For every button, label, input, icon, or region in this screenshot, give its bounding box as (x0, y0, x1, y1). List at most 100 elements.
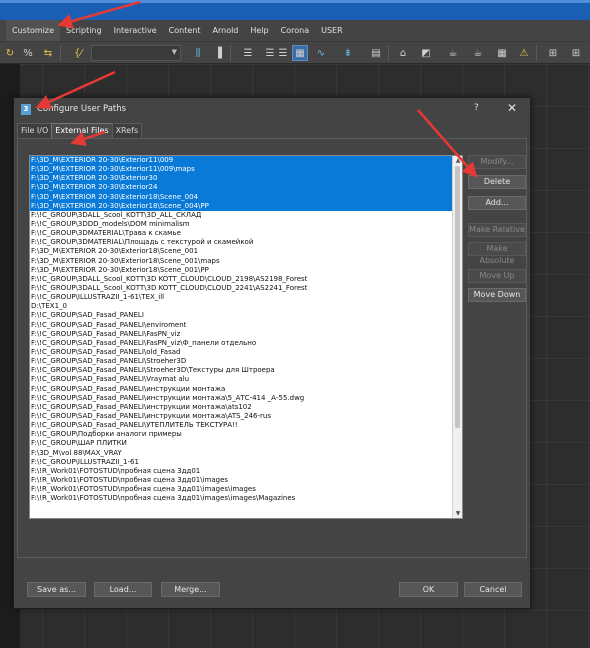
corona-vfb-icon[interactable]: ▦ (494, 45, 510, 61)
chevron-down-icon: ▼ (171, 48, 177, 56)
merge-button[interactable]: Merge... (161, 582, 220, 597)
material-editor-icon[interactable]: ⌂ (395, 45, 411, 61)
path-list-item[interactable]: F:\3D_M\EXTERIOR 20-30\Exterior18\Scene_… (30, 192, 462, 202)
path-list-item[interactable]: F:\!C_GROUP\SAD_Fasad_PANELI (30, 311, 462, 320)
toolbar-separator (388, 45, 389, 61)
move-up-button[interactable]: Move Up (468, 269, 526, 283)
path-list-item[interactable]: F:\!C_GROUP\SAD_Fasad_PANELI\инструкции … (30, 412, 462, 421)
path-list-item[interactable]: F:\!C_GROUP\3DALL_Scool_KOTT\3D KOTT_CLO… (30, 275, 462, 284)
grid-icon[interactable]: ⊞ (545, 45, 561, 61)
scrollbar-thumb[interactable] (455, 166, 460, 428)
path-list-item[interactable]: F:\!C_GROUP\SAD_Fasad_PANELI\old_Fasad (30, 348, 462, 357)
path-list-item[interactable]: F:\!C_GROUP\SAD_Fasad_PANELI\инструкции … (30, 394, 462, 403)
path-list-item[interactable]: F:\!C_GROUP\SAD_Fasad_PANELI\enviroment (30, 321, 462, 330)
menu-bar: Customize Scripting Interactive Content Arno… (0, 20, 590, 41)
path-list-item[interactable]: F:\!C_GROUP\SAD_Fasad_PANELI\УТЕПЛИТЕЛЬ … (30, 421, 462, 430)
move-icon[interactable]: ☰ (275, 45, 291, 61)
link-icon[interactable]: ↻ (2, 45, 18, 61)
path-list-item[interactable]: F:\!C_GROUP\3DMATERIAL\Трава к скамье (30, 229, 462, 238)
path-list-item[interactable]: F:\!C_GROUP\3DALL_Scool_KOTT\3D KOTT_CLO… (30, 284, 462, 293)
layer-explorer-icon[interactable]: ▤ (368, 45, 384, 61)
selection-filter-dropdown[interactable]: ▼ (91, 45, 181, 61)
ok-button[interactable]: OK (399, 582, 458, 597)
menu-item-corona[interactable]: Corona (275, 20, 315, 41)
help-button[interactable]: ? (474, 103, 479, 113)
path-list-item[interactable]: F:\!C_GROUP\SAD_Fasad_PANELI\инструкции … (30, 385, 462, 394)
path-list-item[interactable]: F:\!R_Work01\FOTOSTUD\пробная сцена 3дд0… (30, 476, 462, 485)
render-iterative-icon[interactable]: ☕ (470, 45, 486, 61)
path-list-item[interactable]: F:\!R_Work01\FOTOSTUD\пробная сцена 3дд0… (30, 494, 462, 503)
path-list-item[interactable]: F:\!C_GROUP\Подборки аналоги примеры (30, 430, 462, 439)
bind-icon[interactable]: ⇆ (40, 45, 56, 61)
make-absolute-button[interactable]: Make Absolute (468, 242, 526, 265)
title-strip (0, 0, 590, 20)
modify-button[interactable]: Modify... (468, 155, 526, 169)
path-list-item[interactable]: F:\!C_GROUP\3DALL_Scool_KOTT\3D_ALL_СКЛА… (30, 211, 462, 220)
menu-item-customize[interactable]: Customize (6, 20, 60, 41)
toolbar-separator (536, 45, 537, 61)
cancel-button[interactable]: Cancel (464, 582, 522, 597)
path-list-item[interactable]: F:\!C_GROUP\3DMATERIAL\Площадь с текстур… (30, 238, 462, 247)
save-as-button[interactable]: Save as... (27, 582, 86, 597)
path-list-item[interactable]: F:\3D_M\EXTERIOR 20-30\Exterior30 (30, 174, 462, 184)
path-list-item[interactable]: F:\!C_GROUP\SAD_Fasad_PANELI\FasPN_viz\Ф… (30, 339, 462, 348)
path-list-item[interactable]: F:\3D_M\EXTERIOR 20-30\Exterior11\009 (30, 156, 462, 166)
dialog-title: Configure User Paths (37, 104, 127, 114)
toolbar-separator (230, 45, 231, 61)
selection-filter-icon[interactable]: {⁄ (70, 45, 86, 61)
path-list-item[interactable]: F:\3D_M\EXTERIOR 20-30\Exterior11\009\ma… (30, 165, 462, 175)
path-list-item[interactable]: F:\!R_Work01\FOTOSTUD\пробная сцена 3дд0… (30, 485, 462, 494)
menu-item-interactive[interactable]: Interactive (108, 20, 163, 41)
toolbar-separator (60, 45, 61, 61)
chevron-up-icon[interactable]: ▲ (454, 156, 462, 165)
dialog-titlebar[interactable]: 3 Configure User Paths ? ✕ (14, 98, 530, 121)
path-list-item[interactable]: F:\!C_GROUP\SAD_Fasad_PANELI\инструкции … (30, 403, 462, 412)
path-list-item[interactable]: F:\!C_GROUP\ILLUSTRAZII_1-61\TEX_ill (30, 293, 462, 302)
path-list-item[interactable]: F:\!C_GROUP\SAD_Fasad_PANELI\FasPN_viz (30, 330, 462, 339)
menu-item-content[interactable]: Content (163, 20, 207, 41)
select-object-icon[interactable]: ⫼ (190, 45, 206, 61)
path-list-item[interactable]: F:\3D_M\vol 88\MAX_VRAY (30, 449, 462, 458)
curve-editor-icon[interactable]: ∿ (313, 45, 329, 61)
menu-item-scripting[interactable]: Scripting (60, 20, 108, 41)
path-list-item[interactable]: F:\!C_GROUP\3DDD_models\DOM minimalism (30, 220, 462, 229)
add-button[interactable]: Add... (468, 196, 526, 210)
title-strip-highlight (0, 0, 590, 3)
tab-file-io[interactable]: File I/O (17, 123, 53, 138)
path-list-item[interactable]: F:\3D_M\EXTERIOR 20-30\Exterior18\Scene_… (30, 247, 462, 256)
render-icon[interactable]: ☕ (445, 45, 461, 61)
path-list-item[interactable]: F:\!R_Work01\FOTOSTUD\пробная сцена 3дд0… (30, 467, 462, 476)
scrollbar[interactable]: ▲ ▼ (452, 156, 462, 518)
chevron-down-icon[interactable]: ▼ (454, 509, 462, 518)
path-list-item[interactable]: F:\!C_GROUP\SAD_Fasad_PANELI\Stroeher3D (30, 357, 462, 366)
make-relative-button[interactable]: Make Relative (468, 223, 526, 237)
menu-item-help[interactable]: Help (244, 20, 274, 41)
select-by-name-icon[interactable]: ▐ (210, 45, 226, 61)
path-list-item[interactable]: F:\3D_M\EXTERIOR 20-30\Exterior18\Scene_… (30, 257, 462, 266)
path-list-item[interactable]: F:\!C_GROUP\ILLUSTRAZII_1-61 (30, 458, 462, 467)
menu-item-arnold[interactable]: Arnold (207, 20, 245, 41)
delete-button[interactable]: Delete (468, 175, 526, 189)
tab-xrefs[interactable]: XRefs (111, 123, 143, 138)
paths-list[interactable]: F:\3D_M\EXTERIOR 20-30\Exterior11\009 F:\… (29, 155, 463, 519)
reference-coordinate-icon[interactable]: ▦ (292, 45, 308, 61)
rectangular-selection-icon[interactable]: ☰ (240, 45, 256, 61)
warning-icon[interactable]: ⚠ (516, 45, 532, 61)
menu-item-user[interactable]: USER (315, 20, 349, 41)
tab-external-files[interactable]: External Files (51, 123, 113, 138)
render-setup-icon[interactable]: ◩ (418, 45, 434, 61)
path-list-item[interactable]: D:\TEX1_0 (30, 302, 462, 311)
move-down-button[interactable]: Move Down (468, 288, 526, 302)
grid-icon[interactable]: ⊞ (568, 45, 584, 61)
path-list-item[interactable]: F:\!C_GROUP\SAD_Fasad_PANELI\Stroeher3D\… (30, 366, 462, 375)
main-toolbar: ↻ % ⇆ {⁄ ▼ ⫼ ▐ ☰ ☰ ☰ ▦ ∿ ⇟ ▤ ⌂ ◩ ☕ ☕ ▦ ⚠… (0, 41, 590, 64)
close-icon[interactable]: ✕ (507, 101, 517, 115)
unlink-icon[interactable]: % (20, 45, 36, 61)
path-list-item[interactable]: F:\3D_M\EXTERIOR 20-30\Exterior24 (30, 183, 462, 193)
path-list-item[interactable]: F:\3D_M\EXTERIOR 20-30\Exterior18\Scene_… (30, 266, 462, 275)
path-list-item[interactable]: F:\!C_GROUP\ШАР ПЛИТКИ (30, 439, 462, 448)
schematic-view-icon[interactable]: ⇟ (340, 45, 356, 61)
path-list-item[interactable]: F:\3D_M\EXTERIOR 20-30\Exterior18\Scene_… (30, 201, 462, 211)
path-list-item[interactable]: F:\!C_GROUP\SAD_Fasad_PANELI\Vraymat alu (30, 375, 462, 384)
load-button[interactable]: Load... (94, 582, 152, 597)
